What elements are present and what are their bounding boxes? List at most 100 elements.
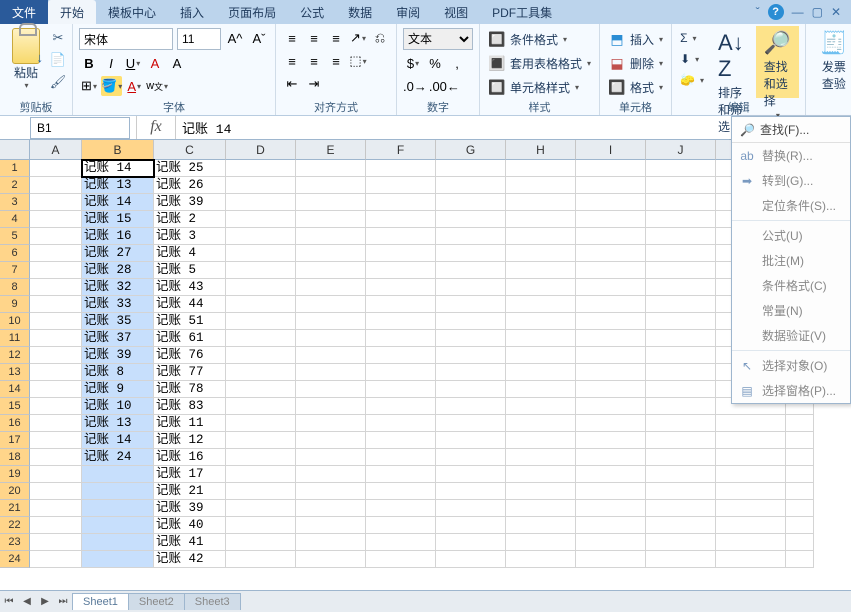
cell[interactable]	[30, 194, 82, 211]
cell[interactable]	[436, 449, 506, 466]
row-header[interactable]: 2	[0, 177, 30, 194]
sheet-tab-3[interactable]: Sheet3	[184, 593, 241, 610]
cell[interactable]	[506, 483, 576, 500]
cell[interactable]	[646, 415, 716, 432]
underline-button[interactable]: U▾	[123, 53, 143, 73]
increase-indent-icon[interactable]: ⇥	[304, 74, 324, 94]
cell[interactable]	[786, 466, 814, 483]
cell[interactable]	[296, 245, 366, 262]
cell[interactable]	[506, 449, 576, 466]
cell[interactable]: 记账 41	[154, 534, 226, 551]
font-color-button[interactable]: A▾	[124, 76, 144, 96]
cell[interactable]	[366, 296, 436, 313]
cell[interactable]	[296, 313, 366, 330]
cell[interactable]	[646, 551, 716, 568]
cell[interactable]	[226, 160, 296, 177]
cell[interactable]	[82, 483, 154, 500]
cell[interactable]	[576, 296, 646, 313]
row-header[interactable]: 3	[0, 194, 30, 211]
cell[interactable]: 记账 16	[154, 449, 226, 466]
row-header[interactable]: 9	[0, 296, 30, 313]
cells-area[interactable]: 记账 14记账 25记账 13记账 26记账 14记账 39记账 15记账 2记…	[30, 160, 851, 568]
menu-item-pane[interactable]: ▤选择窗格(P)...	[732, 378, 850, 403]
cell[interactable]	[366, 160, 436, 177]
cell[interactable]: 记账 35	[82, 313, 154, 330]
number-format-select[interactable]: 文本	[403, 28, 473, 50]
cell[interactable]	[506, 347, 576, 364]
font-shrink-a-icon[interactable]: A	[167, 53, 187, 73]
cell[interactable]: 记账 8	[82, 364, 154, 381]
cell[interactable]: 记账 61	[154, 330, 226, 347]
cell[interactable]: 记账 4	[154, 245, 226, 262]
wrap-text-button[interactable]: ⎌	[370, 28, 390, 48]
cell[interactable]: 记账 13	[82, 177, 154, 194]
merge-button[interactable]: ⬚▾	[348, 51, 368, 71]
cell[interactable]	[786, 500, 814, 517]
cell[interactable]	[82, 517, 154, 534]
cell[interactable]	[786, 415, 814, 432]
menu-item-goto[interactable]: ➡转到(G)...	[732, 168, 850, 193]
cell[interactable]	[30, 262, 82, 279]
cell[interactable]	[436, 330, 506, 347]
cell[interactable]	[226, 517, 296, 534]
tab-formula[interactable]: 公式	[288, 0, 336, 25]
font-name-select[interactable]	[79, 28, 173, 50]
sheet-nav-last[interactable]: ⏭	[54, 593, 72, 611]
cell[interactable]	[436, 279, 506, 296]
cell[interactable]: 记账 76	[154, 347, 226, 364]
cell[interactable]	[296, 483, 366, 500]
cell[interactable]	[366, 194, 436, 211]
cell[interactable]	[296, 228, 366, 245]
cell[interactable]	[506, 364, 576, 381]
cell[interactable]	[30, 449, 82, 466]
cell[interactable]	[366, 279, 436, 296]
cell[interactable]	[576, 313, 646, 330]
cell[interactable]: 记账 13	[82, 415, 154, 432]
cell[interactable]	[226, 364, 296, 381]
cell[interactable]	[576, 449, 646, 466]
cell[interactable]	[366, 517, 436, 534]
tab-layout[interactable]: 页面布局	[216, 0, 288, 25]
cell[interactable]	[506, 313, 576, 330]
sheet-nav-next[interactable]: ▶	[36, 593, 54, 611]
cell[interactable]	[226, 449, 296, 466]
menu-item-special[interactable]: 定位条件(S)...	[732, 193, 850, 218]
paste-button[interactable]: 粘贴 ▾	[6, 26, 46, 90]
orientation-button[interactable]: ↗▾	[348, 28, 368, 48]
column-header[interactable]: F	[366, 140, 436, 160]
cell[interactable]	[296, 194, 366, 211]
cell[interactable]	[226, 211, 296, 228]
cell[interactable]	[506, 177, 576, 194]
cell[interactable]	[366, 449, 436, 466]
align-top-icon[interactable]: ≡	[282, 28, 302, 48]
cell[interactable]	[30, 551, 82, 568]
cell[interactable]	[576, 194, 646, 211]
cell[interactable]	[296, 347, 366, 364]
column-headers[interactable]: ABCDEFGHIJKL	[30, 140, 851, 160]
cell[interactable]	[506, 228, 576, 245]
cell[interactable]	[82, 534, 154, 551]
phonetic-icon[interactable]: w文▾	[146, 76, 168, 96]
menu-item-constants[interactable]: 常量(N)	[732, 298, 850, 323]
tab-pdf[interactable]: PDF工具集	[480, 0, 564, 25]
sheet-nav-first[interactable]: ⏮	[0, 593, 18, 611]
cell[interactable]: 记账 37	[82, 330, 154, 347]
row-header[interactable]: 7	[0, 262, 30, 279]
tab-review[interactable]: 审阅	[384, 0, 432, 25]
cell[interactable]: 记账 3	[154, 228, 226, 245]
cell[interactable]	[366, 483, 436, 500]
cell[interactable]	[226, 415, 296, 432]
conditional-format-button[interactable]: 🔲条件格式▾	[486, 30, 569, 49]
row-header[interactable]: 8	[0, 279, 30, 296]
cell[interactable]	[436, 194, 506, 211]
cell[interactable]	[786, 432, 814, 449]
cell[interactable]	[506, 500, 576, 517]
cell[interactable]	[226, 228, 296, 245]
row-header[interactable]: 10	[0, 313, 30, 330]
cell[interactable]: 记账 33	[82, 296, 154, 313]
cell[interactable]	[226, 483, 296, 500]
cell[interactable]	[436, 381, 506, 398]
cell[interactable]	[786, 449, 814, 466]
cell[interactable]: 记账 28	[82, 262, 154, 279]
cell[interactable]	[82, 500, 154, 517]
